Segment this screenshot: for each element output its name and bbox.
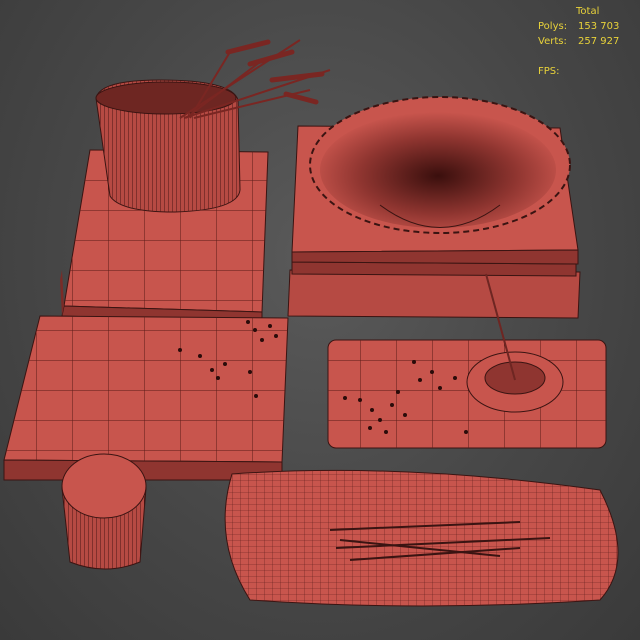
polys-label: Polys: bbox=[538, 21, 568, 32]
polys-value: 153 703 bbox=[578, 21, 620, 32]
candle[interactable] bbox=[61, 453, 147, 570]
viewport-3d[interactable] bbox=[0, 0, 640, 640]
cloth-runner[interactable] bbox=[224, 469, 619, 607]
stats-overlay: Total Polys: 153 703 Verts: 257 927 FPS: bbox=[538, 4, 634, 79]
verts-value: 257 927 bbox=[578, 36, 620, 47]
fps-label: FPS: bbox=[538, 66, 560, 77]
wicker-basket[interactable] bbox=[95, 79, 241, 213]
verts-row: Verts: 257 927 bbox=[538, 34, 634, 49]
ruffled-bowl[interactable] bbox=[309, 96, 571, 234]
front-left-tray[interactable] bbox=[3, 315, 289, 481]
verts-label: Verts: bbox=[538, 36, 567, 47]
stats-header: Total bbox=[576, 6, 600, 17]
polys-row: Polys: 153 703 bbox=[538, 19, 634, 34]
dried-grass-stems bbox=[179, 39, 331, 119]
